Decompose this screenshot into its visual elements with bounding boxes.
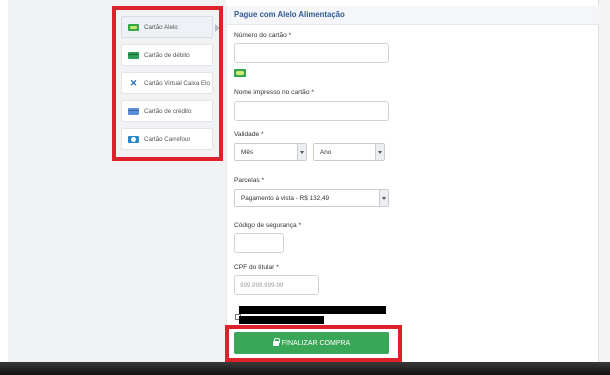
bottom-shadow — [0, 362, 610, 375]
redacted-terms-text — [239, 306, 386, 314]
card-name-input[interactable] — [234, 101, 389, 121]
page-right-edge — [598, 0, 610, 362]
installments-select-value: Pagamento à vista - R$ 132,49 — [241, 195, 330, 202]
redacted-terms-text — [239, 316, 324, 324]
chevron-down-icon — [297, 144, 306, 160]
chevron-down-icon — [379, 190, 388, 206]
year-select-value: Ano — [320, 149, 332, 156]
security-code-input[interactable] — [234, 233, 284, 253]
card-name-label: Nome impresso no cartão * — [234, 89, 314, 96]
month-select[interactable]: Mês — [234, 143, 307, 161]
installments-select[interactable]: Pagamento à vista - R$ 132,49 — [234, 189, 389, 207]
month-select-value: Mês — [241, 149, 254, 156]
security-code-label: Código de segurança * — [234, 222, 302, 229]
form-header: Pague com Alelo Alimentação — [227, 6, 599, 25]
installments-label: Parcelas * — [234, 177, 265, 184]
sidebar-highlight-box — [112, 6, 223, 161]
year-select[interactable]: Ano — [313, 143, 385, 161]
payment-form: Pague com Alelo Alimentação Número do ca… — [226, 6, 599, 362]
validity-label: Validade * — [234, 131, 264, 138]
cpf-input[interactable]: 999.999.999-99 — [234, 275, 319, 295]
card-number-label: Número do cartão * — [234, 32, 292, 39]
cpf-label: CPF do titular * — [234, 264, 279, 271]
button-highlight-box — [225, 325, 402, 362]
cpf-placeholder: 999.999.999-99 — [240, 282, 284, 289]
chevron-down-icon — [375, 144, 384, 160]
alelo-brand-icon — [234, 69, 246, 77]
card-number-input[interactable] — [234, 43, 389, 63]
form-title: Pague com Alelo Alimentação — [234, 10, 345, 19]
